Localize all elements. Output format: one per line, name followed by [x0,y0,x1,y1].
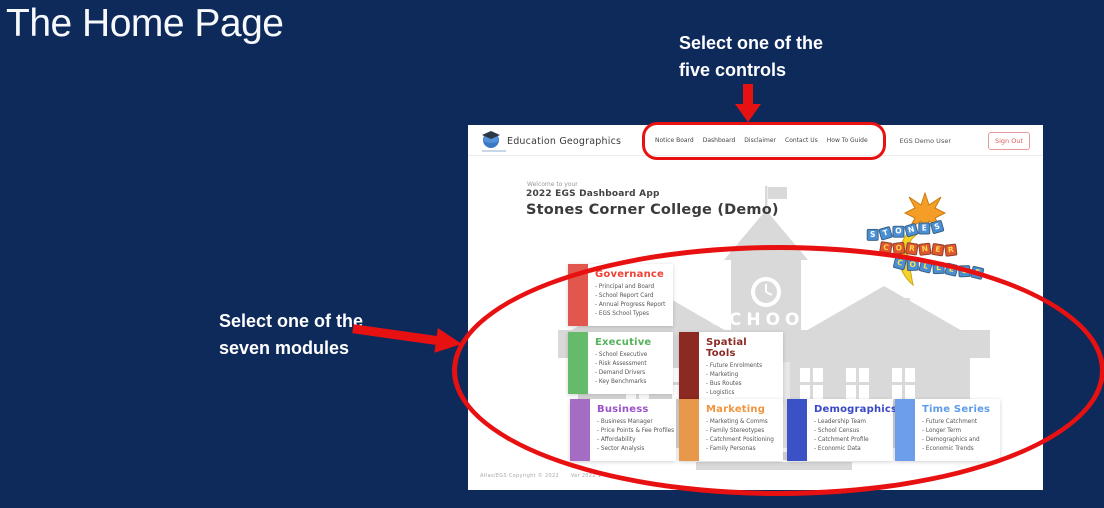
modules-highlight-oval [452,245,1104,496]
welcome-text: Welcome to your [527,181,578,188]
logged-in-user: EGS Demo User [899,137,951,145]
down-arrow-icon [735,84,761,122]
annotation-line: Select one of the [219,311,364,331]
controls-highlight-box [642,122,886,160]
annotation-line: Select one of the [679,33,824,53]
slide: The Home Page Select one of the five con… [0,0,1104,508]
sign-out-button[interactable]: Sign Out [988,132,1030,150]
annotation-five-controls: Select one of the five controls [679,30,823,84]
page-title: The Home Page [6,2,284,45]
right-arrow-icon [352,324,462,353]
annotation-line: five controls [679,60,787,80]
annotation-line: seven modules [219,338,350,358]
brand-name: Education Geographics [507,135,622,147]
brand-tagline [482,150,506,152]
app-name: 2022 EGS Dashboard App [526,189,660,199]
copyright-text: Atlas/EGS Copyright © 2022 [480,473,559,479]
app-footer: Atlas/EGS Copyright © 2022 Ver 2022.1 [480,473,611,479]
school-name: Stones Corner College (Demo) [526,202,779,218]
annotation-seven-modules: Select one of the seven modules [219,308,363,362]
